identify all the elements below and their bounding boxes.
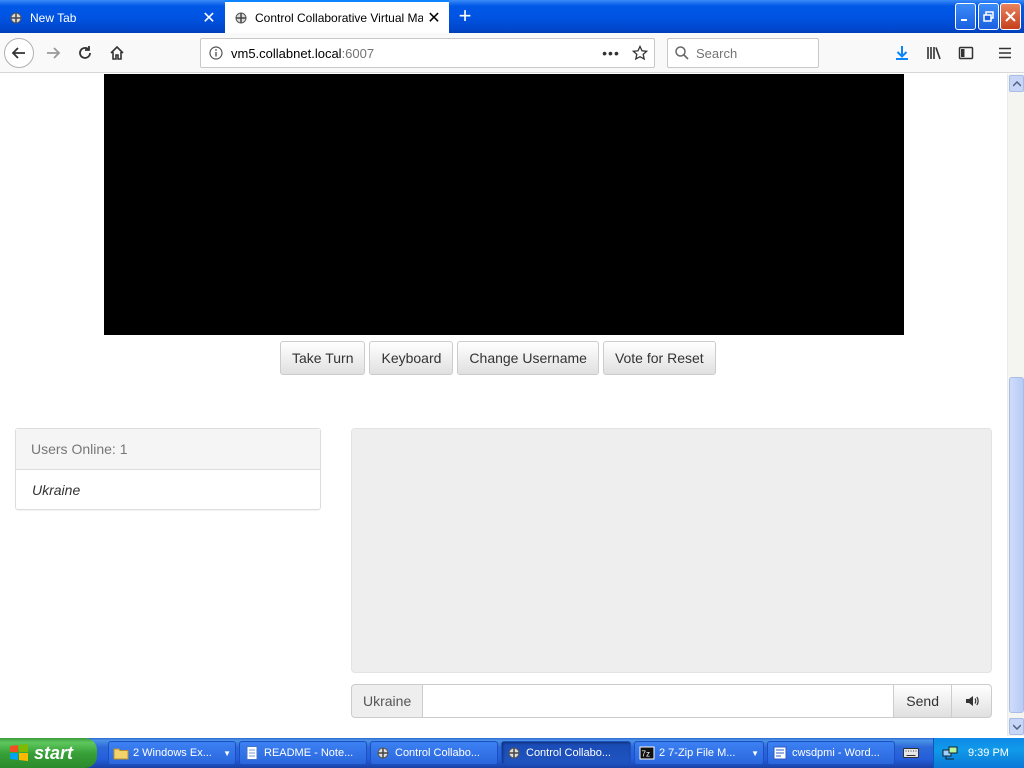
tab-title: New Tab [30, 10, 77, 25]
minimize-icon[interactable] [955, 3, 976, 30]
svg-text:7z: 7z [642, 750, 650, 759]
forward-arrow-icon[interactable] [38, 38, 68, 68]
browser-favicon [233, 10, 249, 26]
user-list-item: Ukraine [32, 482, 81, 498]
url-text[interactable]: vm5.collabnet.local:6007 [231, 46, 596, 61]
reload-icon[interactable] [70, 38, 100, 68]
start-button[interactable]: start [0, 738, 97, 768]
hamburger-menu-icon[interactable] [990, 38, 1020, 68]
task-label: cwsdpmi - Word... [792, 747, 880, 759]
change-username-button[interactable]: Change Username [457, 341, 599, 375]
chat-username-label: Ukraine [351, 684, 424, 718]
vm-display-canvas[interactable] [104, 74, 904, 335]
task-label: 2 Windows Ex... [133, 747, 212, 759]
users-online-header: Users Online: 1 [16, 429, 320, 470]
chevron-down-icon: ▼ [223, 748, 231, 758]
close-icon[interactable]: ✕ [198, 7, 220, 29]
speaker-icon[interactable] [952, 684, 992, 718]
task-label: README - Note... [264, 747, 354, 759]
taskbar-item-readme-notepad[interactable]: README - Note... [239, 741, 367, 765]
back-arrow-icon[interactable] [4, 38, 34, 68]
download-icon[interactable] [887, 38, 917, 68]
home-icon[interactable] [102, 38, 132, 68]
tab-title: Control Collaborative Virtual Machines! [255, 10, 423, 25]
scroll-up-icon[interactable] [1009, 75, 1024, 92]
chat-input-group: Ukraine Send [351, 684, 992, 718]
chat-log[interactable] [351, 428, 992, 673]
plus-icon[interactable]: + [452, 4, 478, 28]
chat-message-input[interactable] [423, 684, 895, 718]
page-scrollbar[interactable] [1007, 74, 1024, 736]
page-content: Take Turn Keyboard Change Username Vote … [0, 74, 1007, 736]
sidebar-icon[interactable] [951, 38, 981, 68]
search-input[interactable]: Search [667, 38, 819, 68]
folder-icon [113, 748, 129, 760]
keyboard-icon[interactable] [900, 743, 922, 763]
browser-favicon [8, 10, 24, 26]
taskbar-item-control-collaborative-2[interactable]: Control Collabo... [501, 741, 631, 765]
chevron-down-icon: ▼ [751, 748, 759, 758]
page-actions-button[interactable]: ••• [596, 45, 626, 61]
vm-controls: Take Turn Keyboard Change Username Vote … [280, 341, 716, 375]
browser-favicon [377, 747, 389, 759]
scrollbar-thumb[interactable] [1009, 377, 1024, 713]
network-icon[interactable] [942, 745, 958, 761]
keyboard-button[interactable]: Keyboard [369, 341, 454, 375]
users-online-panel: Users Online: 1 Ukraine [15, 428, 321, 510]
windows-taskbar: start 2 Windows Ex... ▼ README - Note...… [0, 738, 1024, 768]
wordpad-icon [773, 746, 787, 760]
browser-favicon [508, 747, 520, 759]
task-label: Control Collabo... [526, 747, 611, 759]
maximize-icon[interactable] [978, 3, 999, 30]
tab-new-tab[interactable]: New Tab ✕ [0, 2, 224, 33]
search-icon [668, 46, 696, 60]
taskbar-item-7zip[interactable]: 7z 2 7-Zip File M... ▼ [634, 741, 764, 765]
navigation-toolbar: vm5.collabnet.local:6007 ••• Search [0, 33, 1024, 73]
notepad-icon [246, 746, 258, 760]
browser-titlebar: New Tab ✕ Control Collaborative Virtual … [0, 0, 1024, 33]
close-icon[interactable]: ✕ [423, 7, 445, 29]
taskbar-item-wordpad[interactable]: cwsdpmi - Word... [767, 741, 895, 765]
search-placeholder: Search [696, 45, 738, 61]
library-icon[interactable] [919, 38, 949, 68]
tab-control-collaborative[interactable]: Control Collaborative Virtual Machines! … [225, 0, 449, 33]
url-bar[interactable]: vm5.collabnet.local:6007 ••• [200, 38, 655, 68]
7zip-icon: 7z [639, 746, 655, 760]
url-port: :6007 [341, 45, 375, 61]
taskbar-item-windows-explorer[interactable]: 2 Windows Ex... ▼ [108, 741, 236, 765]
vote-for-reset-button[interactable]: Vote for Reset [602, 341, 716, 375]
clock[interactable]: 9:39 PM [968, 747, 1009, 759]
windows-flag-icon [10, 744, 28, 761]
info-icon[interactable] [201, 46, 231, 60]
start-label: start [34, 742, 74, 763]
taskbar-item-control-collaborative-1[interactable]: Control Collabo... [370, 741, 498, 765]
star-icon[interactable] [626, 45, 654, 61]
send-button[interactable]: Send [894, 684, 952, 718]
take-turn-button[interactable]: Take Turn [280, 341, 366, 375]
window-close-icon[interactable] [1000, 3, 1021, 30]
task-label: 2 7-Zip File M... [659, 747, 736, 759]
system-tray: 9:39 PM [933, 738, 1024, 768]
url-domain: vm5.collabnet.local [231, 45, 342, 61]
scroll-down-icon[interactable] [1009, 718, 1024, 735]
task-label: Control Collabo... [395, 747, 480, 759]
